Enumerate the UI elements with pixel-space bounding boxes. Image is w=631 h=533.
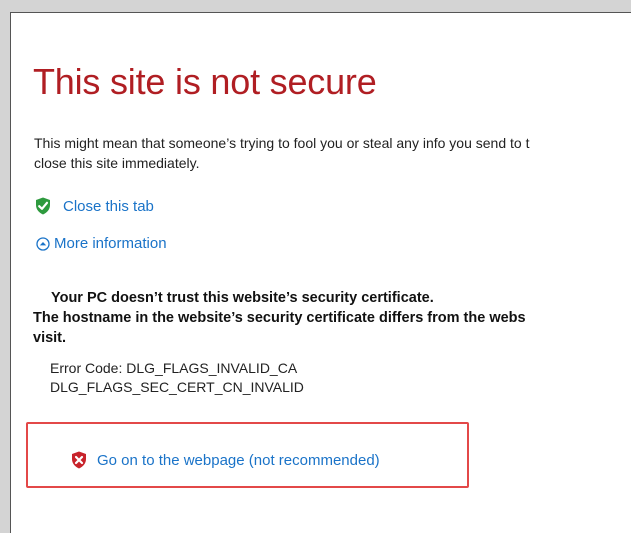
circle-chevron-up-icon	[36, 236, 50, 251]
description-line-1: This might mean that someone’s trying to…	[34, 135, 530, 151]
trust-line-2: The hostname in the website’s security c…	[33, 310, 526, 326]
go-on-link-row[interactable]: Go on to the webpage (not recommended)	[71, 451, 380, 469]
error-codes: Error Code: DLG_FLAGS_INVALID_CA DLG_FLA…	[50, 359, 304, 397]
warning-description: This might mean that someone’s trying to…	[34, 133, 631, 173]
more-information-toggle[interactable]: More information	[36, 235, 167, 252]
description-line-2: close this site immediately.	[34, 155, 200, 171]
trust-line-1: Your PC doesn’t trust this website’s sec…	[51, 290, 434, 306]
page-title: This site is not secure	[33, 61, 377, 102]
more-information-link[interactable]: More information	[54, 235, 167, 252]
error-page: This site is not secure This might mean …	[10, 12, 631, 533]
close-tab-link[interactable]: Close this tab	[63, 198, 154, 215]
certificate-trust-message: Your PC doesn’t trust this website’s sec…	[33, 288, 631, 348]
close-tab-link-row[interactable]: Close this tab	[35, 197, 154, 215]
red-shield-x-icon	[71, 451, 87, 469]
go-on-to-webpage-link[interactable]: Go on to the webpage (not recommended)	[97, 452, 380, 469]
green-shield-check-icon	[35, 197, 51, 215]
error-code-line-2: DLG_FLAGS_SEC_CERT_CN_INVALID	[50, 379, 304, 395]
error-code-line-1: Error Code: DLG_FLAGS_INVALID_CA	[50, 360, 298, 376]
trust-line-3: visit.	[33, 330, 67, 346]
